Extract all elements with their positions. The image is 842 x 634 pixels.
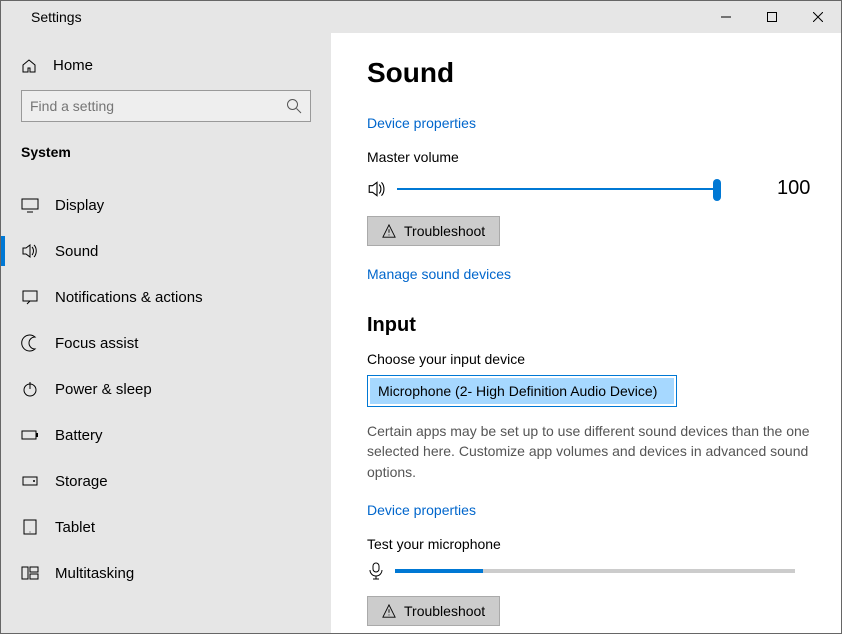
sidebar-item-multitasking[interactable]: Multitasking — [1, 550, 331, 596]
sidebar-item-display[interactable]: Display — [1, 182, 331, 228]
sidebar-item-label: Notifications & actions — [55, 289, 203, 306]
volume-slider[interactable] — [367, 179, 717, 199]
sound-icon — [21, 242, 39, 260]
minimize-button[interactable] — [703, 1, 749, 33]
home-icon — [21, 58, 37, 74]
tablet-icon — [21, 518, 39, 536]
input-description: Certain apps may be set up to use differ… — [367, 421, 811, 482]
maximize-icon — [767, 12, 777, 22]
troubleshoot-output-button[interactable]: Troubleshoot — [367, 216, 500, 246]
power-icon — [21, 380, 39, 398]
master-volume-label: Master volume — [367, 149, 811, 165]
sidebar-item-storage[interactable]: Storage — [1, 458, 331, 504]
slider-thumb[interactable] — [713, 179, 721, 201]
troubleshoot-input-button[interactable]: Troubleshoot — [367, 596, 500, 626]
sidebar-item-notifications[interactable]: Notifications & actions — [1, 274, 331, 320]
sidebar-item-label: Battery — [55, 427, 103, 444]
sidebar-item-label: Multitasking — [55, 565, 134, 582]
microphone-icon — [367, 562, 385, 580]
manage-sound-devices-link[interactable]: Manage sound devices — [367, 266, 511, 282]
close-icon — [813, 12, 823, 22]
sidebar-item-label: Tablet — [55, 519, 95, 536]
sidebar-item-focus-assist[interactable]: Focus assist — [1, 320, 331, 366]
search-field[interactable] — [30, 98, 286, 114]
sidebar: Home System Display Sound — [1, 33, 331, 633]
sidebar-item-power-sleep[interactable]: Power & sleep — [1, 366, 331, 412]
sidebar-item-label: Sound — [55, 243, 98, 260]
sidebar-item-label: Focus assist — [55, 335, 138, 352]
search-input[interactable] — [21, 90, 311, 122]
titlebar: Settings — [1, 1, 841, 33]
choose-input-label: Choose your input device — [367, 351, 811, 367]
battery-icon — [21, 426, 39, 444]
input-heading: Input — [367, 314, 811, 337]
troubleshoot-label: Troubleshoot — [404, 223, 485, 239]
warning-icon — [382, 604, 396, 618]
maximize-button[interactable] — [749, 1, 795, 33]
input-device-select[interactable]: Microphone (2- High Definition Audio Dev… — [367, 375, 677, 407]
content-area: Sound Device properties Master volume 10… — [331, 33, 841, 633]
test-mic-label: Test your microphone — [367, 536, 811, 552]
home-nav[interactable]: Home — [1, 47, 331, 84]
mic-level-bar — [395, 569, 795, 573]
focus-assist-icon — [21, 334, 39, 352]
multitasking-icon — [21, 564, 39, 582]
sidebar-item-label: Display — [55, 197, 104, 214]
slider-track[interactable] — [397, 188, 717, 190]
troubleshoot-label: Troubleshoot — [404, 603, 485, 619]
close-button[interactable] — [795, 1, 841, 33]
storage-icon — [21, 472, 39, 490]
sidebar-item-label: Storage — [55, 473, 108, 490]
nav-list: Display Sound Notifications & actions Fo… — [1, 172, 331, 633]
volume-value: 100 — [777, 177, 810, 200]
sidebar-item-tablet[interactable]: Tablet — [1, 504, 331, 550]
speaker-icon — [367, 179, 387, 199]
sidebar-item-label: Power & sleep — [55, 381, 152, 398]
page-title: Sound — [367, 57, 811, 89]
home-label: Home — [53, 57, 93, 74]
display-icon — [21, 196, 39, 214]
notifications-icon — [21, 288, 39, 306]
mic-level-fill — [395, 569, 483, 573]
settings-window: Settings Home System Display — [0, 0, 842, 634]
warning-icon — [382, 224, 396, 238]
sidebar-item-battery[interactable]: Battery — [1, 412, 331, 458]
input-device-properties-link[interactable]: Device properties — [367, 502, 476, 518]
window-title: Settings — [31, 9, 82, 25]
search-icon — [286, 98, 302, 114]
minimize-icon — [721, 12, 731, 22]
sidebar-item-sound[interactable]: Sound — [1, 228, 331, 274]
group-label-system: System — [1, 136, 331, 172]
input-device-value: Microphone (2- High Definition Audio Dev… — [370, 378, 674, 404]
device-properties-link[interactable]: Device properties — [367, 115, 476, 131]
